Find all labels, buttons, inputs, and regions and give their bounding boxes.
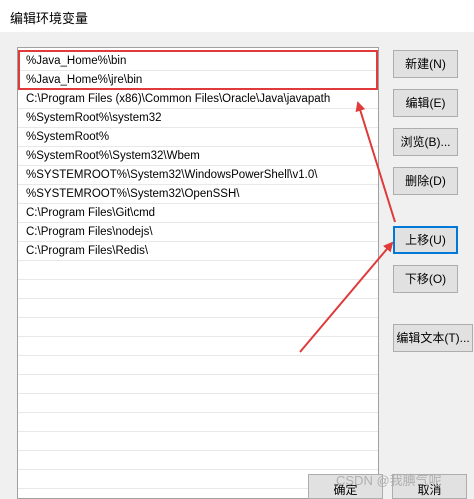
move-down-button[interactable]: 下移(O) (393, 265, 458, 293)
empty-row[interactable] (18, 413, 378, 432)
list-item[interactable]: C:\Program Files\Redis\ (18, 242, 378, 261)
empty-row[interactable] (18, 299, 378, 318)
list-item[interactable]: C:\Program Files\Git\cmd (18, 204, 378, 223)
empty-row[interactable] (18, 318, 378, 337)
empty-row[interactable] (18, 394, 378, 413)
browse-button[interactable]: 浏览(B)... (393, 128, 458, 156)
list-item[interactable]: C:\Program Files (x86)\Common Files\Orac… (18, 90, 378, 109)
move-up-button[interactable]: 上移(U) (393, 226, 458, 254)
path-list[interactable]: %Java_Home%\bin %Java_Home%\jre\bin C:\P… (17, 47, 379, 499)
watermark: CSDN @我腆气呢 (336, 473, 442, 488)
list-item[interactable]: C:\Program Files\nodejs\ (18, 223, 378, 242)
list-item[interactable]: %SYSTEMROOT%\System32\WindowsPowerShell\… (18, 166, 378, 185)
window-title: 编辑环境变量 (10, 11, 89, 26)
new-button[interactable]: 新建(N) (393, 50, 458, 78)
list-item[interactable]: %SYSTEMROOT%\System32\OpenSSH\ (18, 185, 378, 204)
empty-row[interactable] (18, 280, 378, 299)
empty-row[interactable] (18, 432, 378, 451)
empty-row[interactable] (18, 261, 378, 280)
edit-button[interactable]: 编辑(E) (393, 89, 458, 117)
edit-text-button[interactable]: 编辑文本(T)... (393, 324, 473, 352)
list-item[interactable]: %SystemRoot%\system32 (18, 109, 378, 128)
title-bar: 编辑环境变量 (0, 0, 474, 32)
list-item[interactable]: %Java_Home%\jre\bin (18, 71, 378, 90)
empty-row[interactable] (18, 375, 378, 394)
empty-row[interactable] (18, 356, 378, 375)
list-item[interactable]: %SystemRoot%\System32\Wbem (18, 147, 378, 166)
empty-row[interactable] (18, 451, 378, 470)
empty-row[interactable] (18, 337, 378, 356)
list-item[interactable]: %SystemRoot% (18, 128, 378, 147)
delete-button[interactable]: 删除(D) (393, 167, 458, 195)
edit-env-variable-dialog: 编辑环境变量 %Java_Home%\bin %Java_Home%\jre\b… (0, 0, 474, 499)
list-item[interactable]: %Java_Home%\bin (18, 52, 378, 71)
